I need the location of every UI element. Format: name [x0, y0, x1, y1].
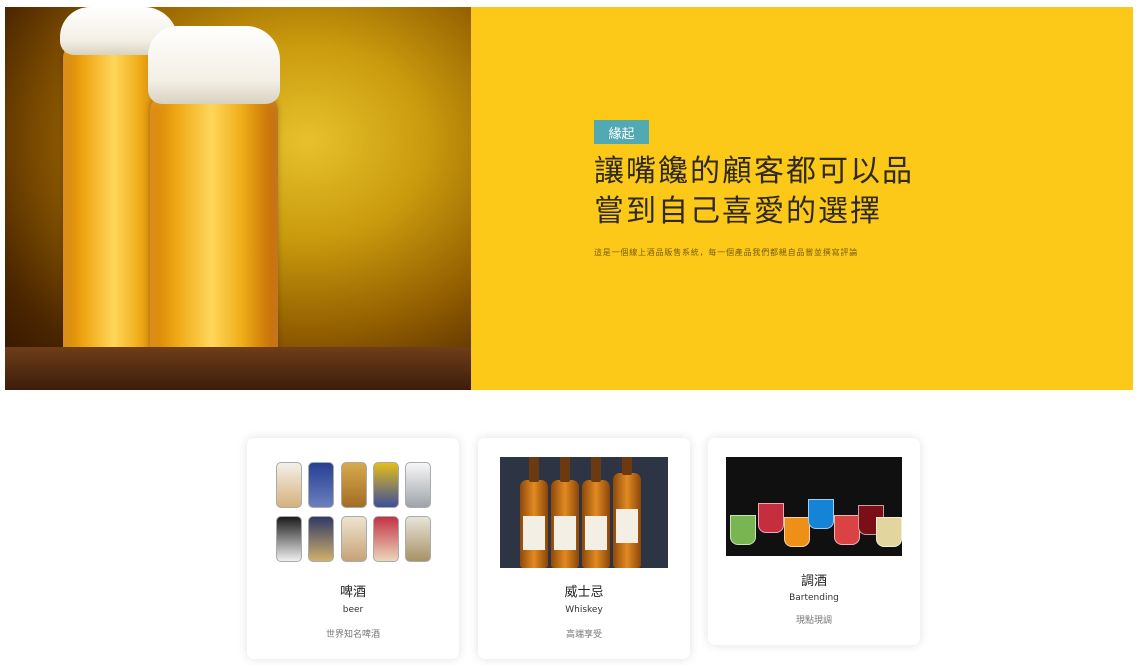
category-card-whiskey[interactable]: 威士忌 Whiskey 高端享受: [478, 438, 690, 659]
beer-can-icon: [276, 462, 302, 508]
beer-glasses-image: [5, 7, 471, 390]
beer-can-icon: [373, 516, 399, 562]
cocktail-glass-icon: [730, 515, 756, 545]
whiskey-bottle-icon: [520, 457, 548, 568]
headline-line-1: 讓嘴饞的顧客都可以品: [594, 154, 914, 189]
origin-tag: 緣起: [594, 120, 649, 144]
card-english-name: beer: [342, 605, 364, 615]
beer-can-icon: [405, 462, 431, 508]
card-description: 高端享受: [565, 630, 602, 640]
wooden-table: [5, 347, 471, 390]
card-description: 世界知名啤酒: [325, 630, 380, 640]
beer-can-icon: [341, 516, 367, 562]
card-title: 啤酒: [339, 585, 366, 600]
hero-banner: 緣起 讓嘴饞的顧客都可以品 嘗到自己喜愛的選擇 這是一個線上酒品販售系統，每一個…: [5, 7, 1133, 390]
beer-glass-front: [150, 93, 278, 390]
card-title: 威士忌: [564, 585, 604, 600]
hero-headline: 讓嘴饞的顧客都可以品 嘗到自己喜愛的選擇: [594, 152, 924, 232]
hero-description: 這是一個線上酒品販售系統，每一個產品我們都親自品嘗並撰寫評論: [594, 248, 858, 257]
whiskey-bottle-icon: [582, 457, 610, 568]
cocktail-glass-icon: [834, 515, 860, 545]
beer-can-icon: [373, 462, 399, 508]
headline-line-2: 嘗到自己喜愛的選擇: [594, 194, 882, 229]
card-description: 現點現調: [795, 616, 832, 626]
cocktails-image: [726, 457, 902, 556]
card-english-name: Bartending: [789, 593, 839, 603]
whiskey-bottles-image: [500, 457, 668, 568]
beer-can-icon: [276, 516, 302, 562]
cocktail-glass-icon: [808, 499, 834, 529]
beer-cans-image: [274, 458, 434, 564]
cocktail-glass-icon: [784, 517, 810, 547]
beer-foam-front: [148, 26, 280, 104]
beer-can-icon: [405, 516, 431, 562]
category-card-bartending[interactable]: 調酒 Bartending 現點現調: [708, 438, 920, 645]
card-title: 調酒: [800, 574, 827, 589]
hero-text-panel: 緣起 讓嘴饞的顧客都可以品 嘗到自己喜愛的選擇 這是一個線上酒品販售系統，每一個…: [471, 7, 1133, 390]
beer-can-icon: [308, 516, 334, 562]
whiskey-bottle-icon: [613, 457, 641, 568]
card-english-name: Whiskey: [565, 605, 603, 615]
beer-can-icon: [341, 462, 367, 508]
category-card-beer[interactable]: 啤酒 beer 世界知名啤酒: [247, 438, 459, 659]
cocktail-glass-icon: [758, 503, 784, 533]
cocktail-glass-icon: [876, 517, 902, 547]
whiskey-bottle-icon: [551, 457, 579, 568]
beer-can-icon: [308, 462, 334, 508]
